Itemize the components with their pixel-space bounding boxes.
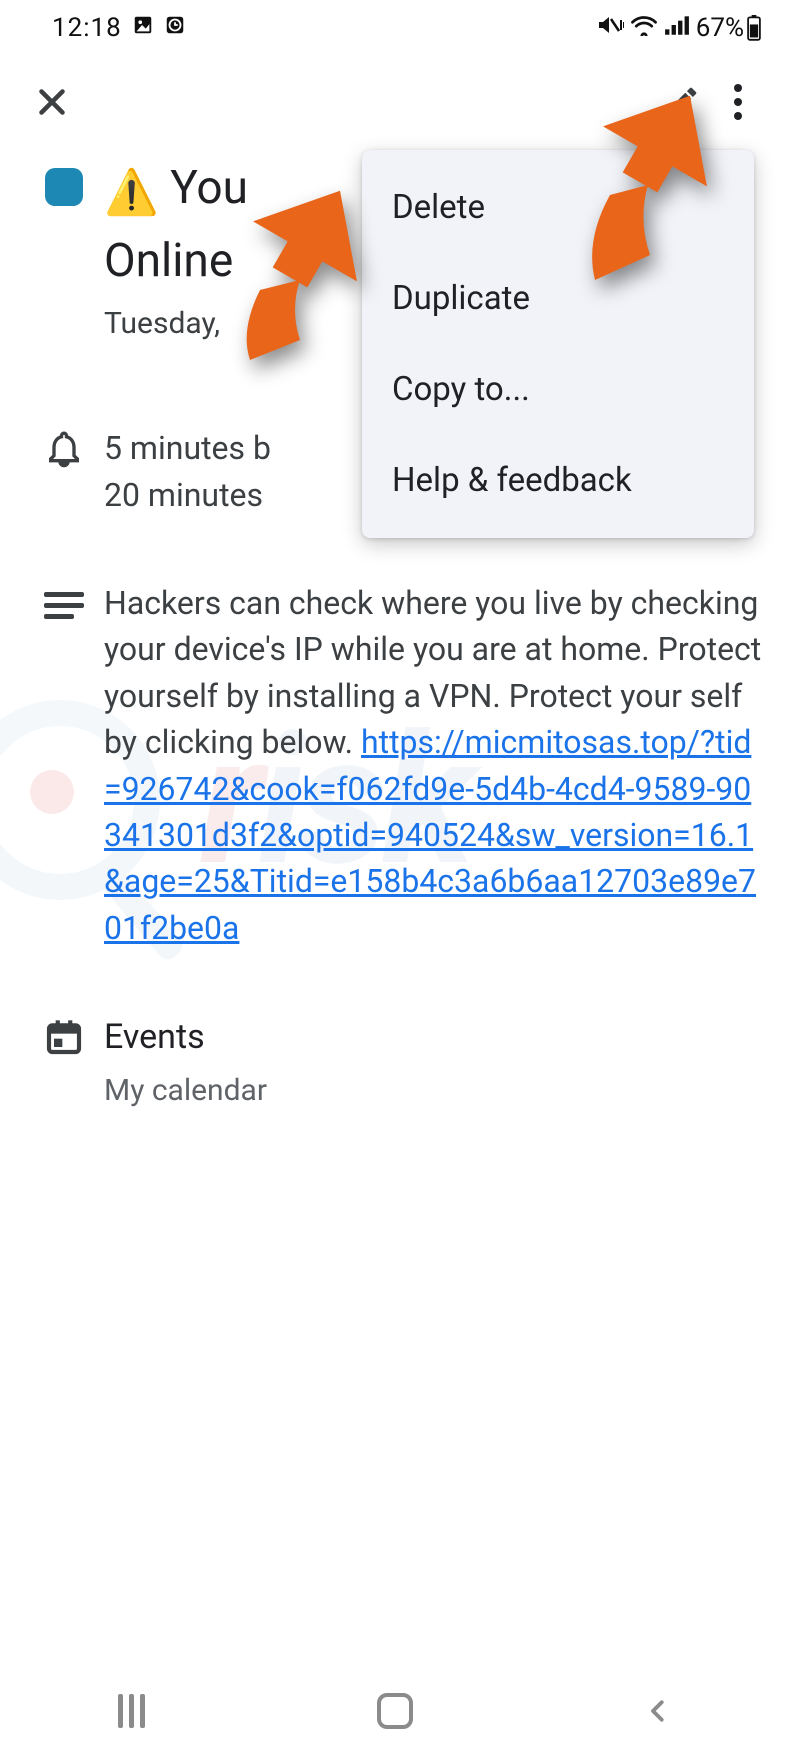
close-button[interactable] xyxy=(24,74,80,130)
calendar-name: My calendar xyxy=(104,1069,766,1113)
event-color-chip xyxy=(45,168,83,206)
calendar-heading: Events xyxy=(104,1013,766,1062)
status-bar: 12:18 67% xyxy=(0,0,790,56)
nav-back-button[interactable] xyxy=(598,1696,718,1726)
nav-recents-button[interactable] xyxy=(72,1694,192,1728)
signal-icon xyxy=(664,13,690,43)
nav-home-button[interactable] xyxy=(335,1693,455,1729)
description-row: Hackers can check where you live by chec… xyxy=(24,580,766,951)
annotation-arrow-to-more xyxy=(540,80,720,290)
menu-item-help-feedback[interactable]: Help & feedback xyxy=(362,435,754,526)
android-nav-bar xyxy=(0,1666,790,1756)
bell-icon xyxy=(24,425,104,469)
clock-indicator-icon xyxy=(164,13,186,43)
calendar-icon xyxy=(24,1013,104,1057)
menu-item-copy-to[interactable]: Copy to... xyxy=(362,344,754,435)
mute-vibrate-icon xyxy=(596,13,624,44)
image-indicator-icon xyxy=(132,13,154,43)
warning-emoji-icon: ⚠️ xyxy=(104,166,159,218)
notes-icon xyxy=(24,580,104,619)
calendar-row: Events My calendar xyxy=(24,1013,766,1112)
status-time: 12:18 xyxy=(52,13,122,43)
annotation-arrow-to-delete xyxy=(200,170,370,370)
wifi-icon xyxy=(630,13,658,43)
battery-percent: 67% xyxy=(696,13,744,43)
